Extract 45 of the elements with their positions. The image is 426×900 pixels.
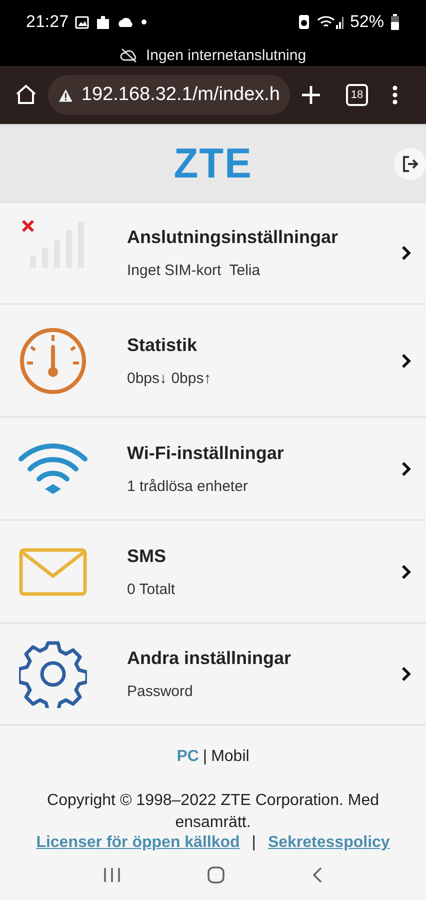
signal-icon [316, 14, 344, 30]
menu-subtitle: 1 trådlösa enheter [127, 478, 249, 494]
plus-icon [300, 84, 322, 106]
menu-title: Statistik [127, 334, 198, 356]
menu-title: SMS [127, 546, 168, 566]
wifi-icon [18, 442, 88, 494]
menu-subtitle: 0 Totalt [127, 580, 176, 598]
tab-count-button[interactable]: 18 [346, 84, 368, 106]
recent-apps-icon [103, 866, 122, 884]
chevron-icon [401, 666, 412, 682]
cloud-icon [116, 15, 135, 29]
logo: ZTE [174, 140, 252, 188]
logout-icon [402, 155, 418, 173]
copyright-text: Copyright © 1998–2022 ZTE Corporation. Med ensamrätt. [46, 791, 380, 833]
chevron-icon [401, 460, 412, 476]
connection-notice: Ingen internetanslutning [146, 46, 306, 64]
clock: 21:27 [26, 12, 69, 32]
battery-icon [390, 14, 400, 30]
back-icon [312, 866, 323, 884]
menu-icon [392, 85, 398, 105]
gear-icon [18, 640, 86, 708]
no-cloud-icon [120, 47, 138, 63]
battery-level: 52% [350, 12, 384, 32]
chevron-icon [401, 352, 412, 368]
image-icon [74, 14, 89, 30]
dot-icon [140, 19, 147, 25]
chevron-icon [401, 245, 412, 261]
home-button-icon [207, 866, 226, 884]
separator: | [202, 748, 208, 766]
gauge-icon [18, 326, 86, 394]
menu-title: Andra inställningar [127, 648, 292, 669]
menu-title: Wi-Fi-inställningar [127, 442, 285, 464]
no-signal-icon [20, 218, 86, 270]
view-label: Mobil [211, 748, 250, 766]
warning-icon [58, 88, 74, 102]
logout-button[interactable] [394, 148, 426, 180]
menu-subtitle: 0bps↓ 0bps↑ [127, 370, 212, 386]
separator: | [252, 834, 256, 852]
menu-subtitle: Password [127, 683, 194, 700]
address-bar[interactable]: 192.168.32.1/m/index.h [48, 75, 290, 115]
envelope-icon [18, 548, 86, 596]
menu-title: Anslutningsinställningar [127, 227, 340, 248]
home-icon [14, 83, 38, 107]
menu-subtitle: Inget SIM-kort Telia [127, 262, 262, 279]
chevron-icon [401, 564, 412, 580]
